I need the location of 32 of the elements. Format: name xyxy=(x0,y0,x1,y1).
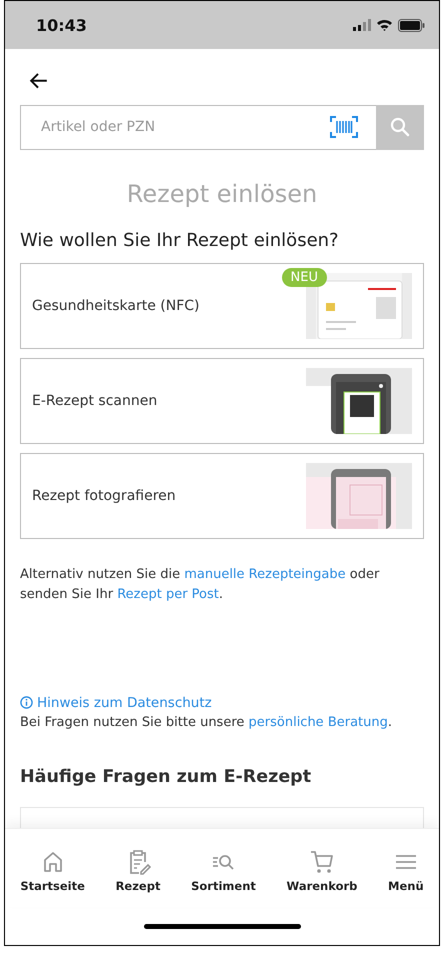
privacy-link[interactable]: Hinweis zum Datenschutz xyxy=(37,694,212,711)
faq-heading: Häufige Fragen zum E-Rezept xyxy=(20,766,312,787)
text-link[interactable]: Rezept per Post xyxy=(117,586,219,602)
page-title: Rezept einlösen xyxy=(126,180,318,208)
search-bar[interactable]: Artikel oder PZN xyxy=(20,104,424,150)
battery-icon xyxy=(398,18,425,32)
nav-tab[interactable]: Sortiment xyxy=(191,849,256,893)
alternative-text: Alternativ nutzen Sie die manuelle Rezepteingabe oder senden Sie Ihr Rezept per Post. xyxy=(20,566,380,604)
text-link[interactable]: manuelle Rezepteingabe xyxy=(184,566,346,582)
nav-tab[interactable]: Menü xyxy=(388,849,424,893)
search-icon xyxy=(390,117,410,138)
help-text: Bei Fragen nutzen Sie bitte unsere persönliche Beratung. xyxy=(20,714,394,732)
option-card[interactable]: E-Rezept scannen xyxy=(20,358,424,444)
nav-tab[interactable]: Startseite xyxy=(20,849,85,893)
signal-icon xyxy=(353,19,371,31)
status-time: 10:43 xyxy=(36,16,87,34)
info-icon xyxy=(20,696,33,710)
text-link[interactable]: persönliche Beratung xyxy=(248,714,388,730)
option-label: Gesundheitskarte (NFC) xyxy=(32,298,200,314)
barcode-scan-icon[interactable] xyxy=(330,116,358,138)
back-arrow-icon[interactable] xyxy=(29,71,49,91)
section-heading: Wie wollen Sie Ihr Rezept einlösen? xyxy=(20,230,340,251)
option-label: Rezept fotografieren xyxy=(32,488,176,504)
new-badge: NEU xyxy=(282,268,327,287)
wifi-icon xyxy=(376,19,393,31)
nav-tab[interactable]: Warenkorb xyxy=(286,849,358,893)
nav-tab[interactable]: Rezept xyxy=(116,849,160,893)
search-field[interactable]: Artikel oder PZN xyxy=(21,106,330,149)
option-label: E-Rezept scannen xyxy=(32,392,158,409)
cart-icon xyxy=(308,849,335,875)
option-card[interactable]: Rezept fotografieren xyxy=(20,452,424,539)
option-card[interactable]: Gesundheitskarte (NFC) NEU xyxy=(20,262,424,349)
